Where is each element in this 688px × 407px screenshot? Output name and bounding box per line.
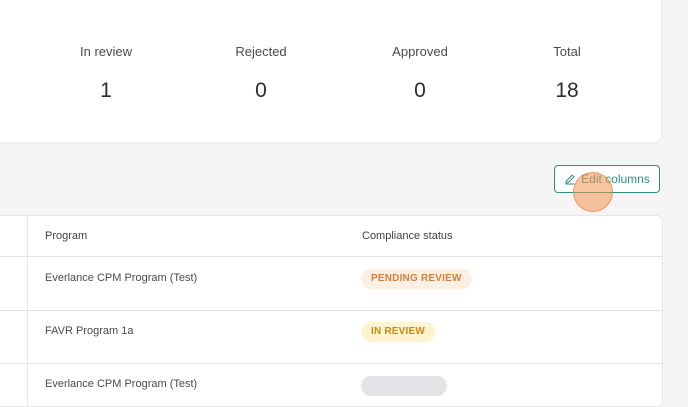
stat-rejected: Rejected 0 bbox=[201, 44, 321, 103]
stat-value: 18 bbox=[555, 79, 579, 102]
column-header-program[interactable]: Program bbox=[45, 230, 87, 242]
stat-label: Total bbox=[553, 44, 581, 59]
row-divider bbox=[0, 363, 662, 364]
status-badge-pending-review: PENDING REVIEW bbox=[361, 269, 472, 289]
stat-total: Total 18 bbox=[507, 44, 627, 103]
status-badge-in-review: IN REVIEW bbox=[361, 322, 436, 342]
column-divider bbox=[27, 216, 28, 406]
stat-approved: Approved 0 bbox=[360, 44, 480, 103]
row-divider bbox=[0, 310, 662, 311]
stat-value: 1 bbox=[100, 79, 112, 102]
table-row-program[interactable]: FAVR Program 1a bbox=[45, 325, 133, 337]
stat-in-review: In review 1 bbox=[46, 44, 166, 103]
stat-label: In review bbox=[79, 44, 133, 59]
row-divider bbox=[0, 256, 662, 257]
stat-value: 0 bbox=[414, 79, 426, 102]
column-header-compliance-status[interactable]: Compliance status bbox=[362, 230, 453, 242]
click-indicator bbox=[573, 172, 613, 212]
stat-label: Rejected bbox=[235, 44, 287, 59]
stat-value: 0 bbox=[255, 79, 267, 102]
table-row-program[interactable]: Everlance CPM Program (Test) bbox=[45, 272, 197, 284]
stats-card: In review 1 Rejected 0 Approved 0 Total … bbox=[0, 0, 661, 142]
table-row-program[interactable]: Everlance CPM Program (Test) bbox=[45, 378, 197, 390]
programs-table: Program Compliance status Everlance CPM … bbox=[0, 215, 663, 407]
stat-label: Approved bbox=[392, 44, 448, 59]
status-badge bbox=[361, 376, 447, 396]
